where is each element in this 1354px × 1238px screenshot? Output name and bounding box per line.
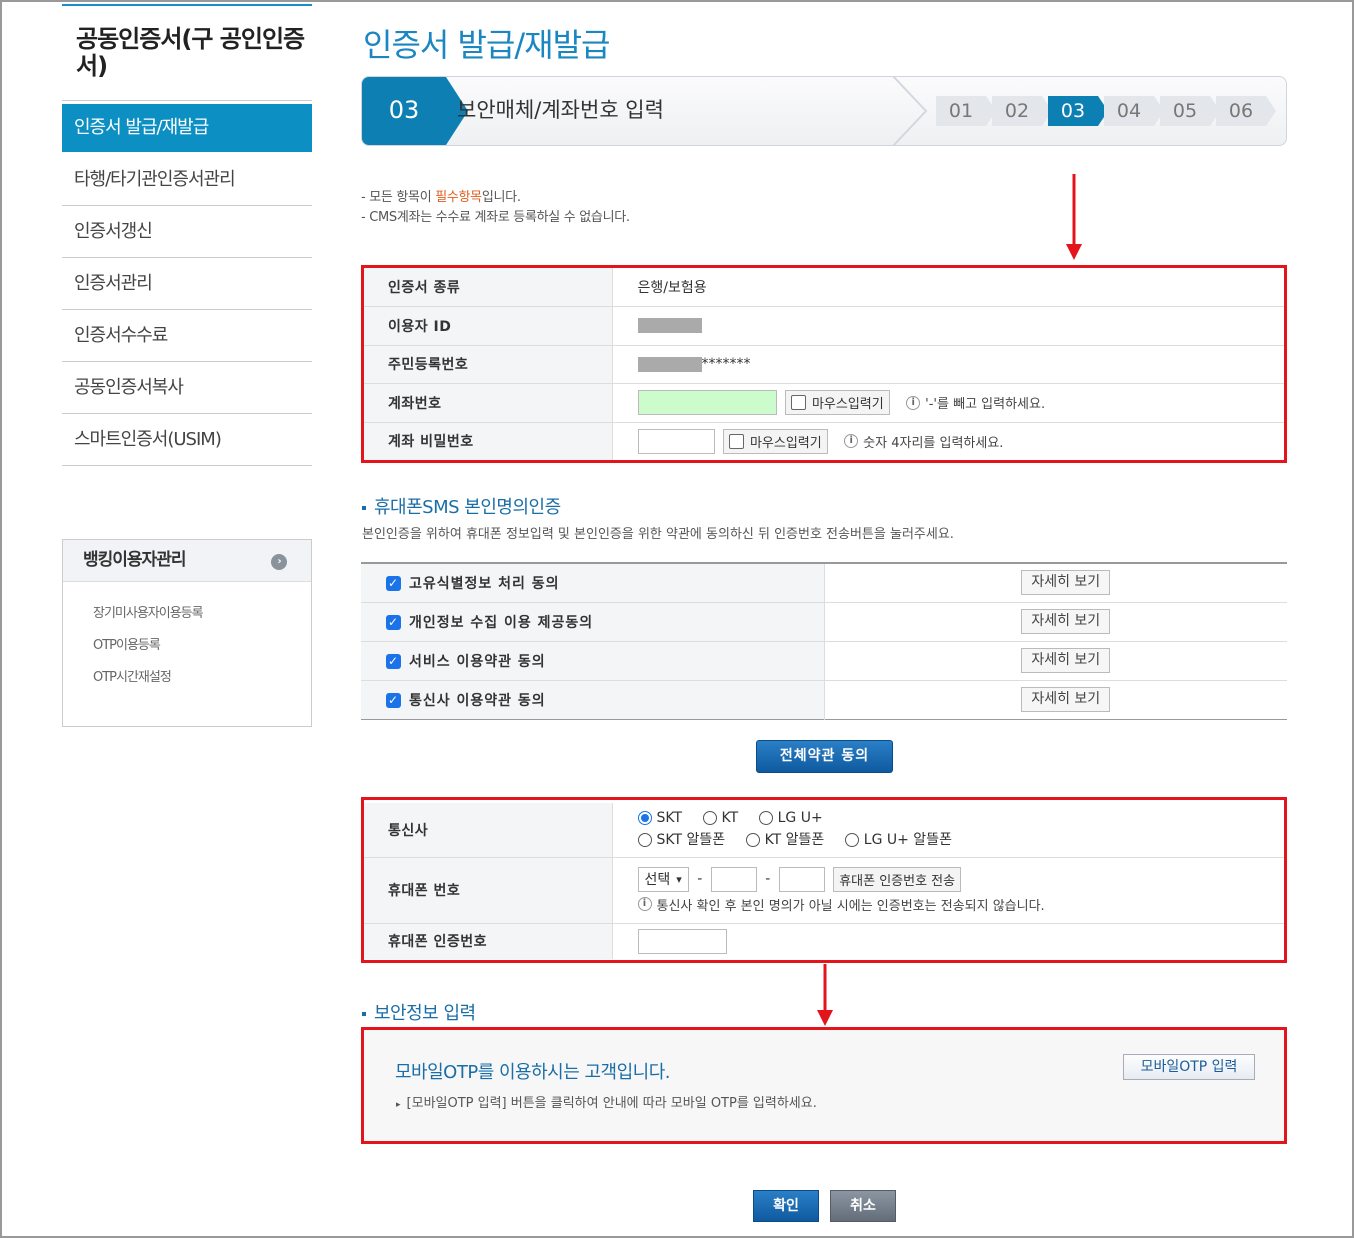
agree-unique-id-detail-button[interactable]: 자세히 보기 [1021, 570, 1111, 596]
sms-section-title: 휴대폰SMS 본인명의인증 [362, 493, 561, 519]
page-title: 인증서 발급/재발급 [363, 26, 610, 64]
step-04: 04 [1104, 96, 1164, 126]
agree-carrier-terms-detail-button[interactable]: 자세히 보기 [1021, 687, 1111, 712]
sidebar-item-copy[interactable]: 공동인증서복사 [62, 362, 312, 414]
sidebar-item-usim[interactable]: 스마트인증서(USIM) [62, 414, 312, 466]
step-bar: 03 보안매체/계좌번호 입력 01 02 03 04 05 06 [361, 76, 1287, 146]
banking-user-title: 뱅킹이용자관리 [83, 550, 186, 570]
chevron-right-icon[interactable]: › [271, 554, 287, 570]
confirm-button[interactable]: 확인 [753, 1190, 819, 1222]
down-arrow-icon [1066, 174, 1082, 260]
step-01: 01 [936, 96, 996, 126]
agree-personal-info-detail-button[interactable]: 자세히 보기 [1021, 609, 1111, 634]
sidebar-top-line [62, 4, 312, 6]
agree-service-terms-detail-button[interactable]: 자세히 보기 [1021, 648, 1111, 673]
highlight-box-certificate [361, 265, 1287, 463]
current-step-name: 보안매체/계좌번호 입력 [457, 98, 664, 122]
notice-line2: - CMS계좌는 수수료 계좌로 등록하실 수 없습니다. [361, 210, 630, 225]
step-03: 03 [1048, 96, 1108, 126]
bank-item-long-unused[interactable]: 장기미사용자이용등록 [93, 598, 311, 630]
agree-unique-id-checkbox[interactable]: ✓ [386, 576, 401, 592]
step-02: 02 [992, 96, 1052, 126]
banking-user-header[interactable]: 뱅킹이용자관리 › [63, 540, 311, 582]
down-arrow-icon [817, 964, 833, 1026]
step-05: 05 [1160, 96, 1220, 126]
security-section-title: 보안정보 입력 [362, 999, 476, 1025]
sms-section-desc: 본인인증을 위하여 휴대폰 정보입력 및 본인인증을 위한 약관에 동의하신 뒤… [362, 527, 954, 542]
notice-line1-post: 입니다. [481, 190, 521, 205]
agree-all-button[interactable]: 전체약관 동의 [756, 740, 893, 773]
highlight-box-phone [361, 797, 1287, 963]
notice-text: - 모든 항목이 필수항목입니다. - CMS계좌는 수수료 계좌로 등록하실 … [361, 188, 630, 228]
banking-user-list: 장기미사용자이용등록 OTP이용등록 OTP시간재설정 [63, 582, 311, 694]
cancel-button[interactable]: 취소 [830, 1190, 896, 1222]
sidebar-item-issue[interactable]: 인증서 발급/재발급 [62, 104, 312, 152]
notice-line1-pre: - 모든 항목이 [361, 190, 436, 205]
agree-service-terms-label: 서비스 이용약관 동의 [409, 653, 546, 670]
sidebar-item-renew[interactable]: 인증서갱신 [62, 206, 312, 258]
agree-carrier-terms-label: 통신사 이용약관 동의 [409, 692, 546, 709]
agree-service-terms-checkbox[interactable]: ✓ [386, 654, 401, 669]
current-step-number: 03 [362, 77, 446, 145]
sidebar-item-manage[interactable]: 인증서관리 [62, 258, 312, 310]
agree-unique-id-label: 고유식별정보 처리 동의 [409, 575, 560, 592]
step-06: 06 [1216, 96, 1276, 126]
required-label: 필수항목 [435, 190, 482, 205]
step-divider-icon [892, 77, 928, 145]
bank-item-otp-time[interactable]: OTP시간재설정 [93, 662, 311, 694]
bank-item-otp-register[interactable]: OTP이용등록 [93, 630, 311, 662]
sidebar-item-fee[interactable]: 인증서수수료 [62, 310, 312, 362]
sidebar-item-other-bank[interactable]: 타행/타기관인증서관리 [62, 154, 312, 206]
agreement-table: ✓ 고유식별정보 처리 동의 자세히 보기 ✓ 개인정보 수집 이용 제공동의 자세… [361, 562, 1287, 720]
banking-user-box: 뱅킹이용자관리 › 장기미사용자이용등록 OTP이용등록 OTP시간재설정 [62, 539, 312, 727]
sidebar-title: 공동인증서(구 공인인증서) [76, 25, 305, 80]
agree-personal-info-label: 개인정보 수집 이용 제공동의 [409, 614, 594, 631]
sidebar-menu: 인증서 발급/재발급 타행/타기관인증서관리 인증서갱신 인증서관리 인증서수수… [62, 100, 312, 466]
agree-personal-info-checkbox[interactable]: ✓ [386, 615, 401, 630]
highlight-box-otp [361, 1027, 1287, 1144]
agree-carrier-terms-checkbox[interactable]: ✓ [386, 693, 401, 708]
